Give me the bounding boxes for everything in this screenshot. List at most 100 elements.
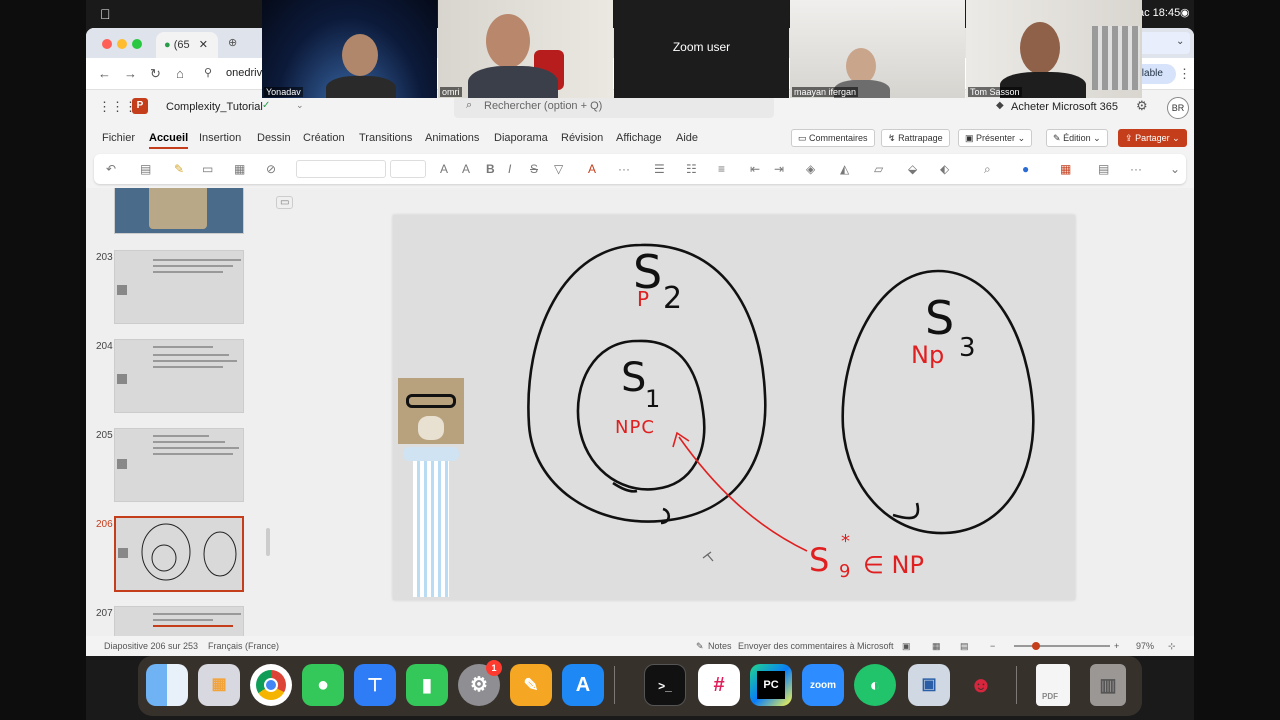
messages-icon[interactable]: ●: [302, 664, 344, 706]
slide-thumbnail[interactable]: [114, 606, 244, 636]
slide-thumbnail-selected[interactable]: [114, 516, 244, 592]
user-avatar[interactable]: BR: [1167, 97, 1189, 119]
indent-increase-icon[interactable]: ⇥: [774, 162, 784, 176]
more-options-icon[interactable]: ···: [1130, 162, 1142, 176]
wifi-icon[interactable]: ◉: [1180, 6, 1190, 19]
bullets-icon[interactable]: ☰: [654, 162, 665, 176]
arrange-icon[interactable]: ⬙: [908, 162, 917, 176]
slide-thumbnail[interactable]: [114, 339, 244, 413]
find-icon[interactable]: ⌕: [984, 162, 991, 177]
tab-animations[interactable]: Animations: [425, 132, 479, 144]
increase-font-icon[interactable]: A: [440, 162, 448, 176]
tab-revision[interactable]: Révision: [561, 132, 603, 144]
designer-icon[interactable]: ▦: [1060, 162, 1071, 176]
addins-icon[interactable]: ▤: [1098, 162, 1109, 176]
theatre-masks-icon[interactable]: ☻: [960, 664, 1002, 706]
zoom-icon[interactable]: zoom: [802, 664, 844, 706]
shape-outline-icon[interactable]: ▱: [874, 162, 883, 176]
pdf-document-icon[interactable]: PDF: [1036, 664, 1070, 706]
font-size-select[interactable]: [390, 160, 426, 178]
fit-to-window-icon[interactable]: ⊹: [1168, 641, 1176, 652]
feedback-link[interactable]: Envoyer des commentaires à Microsoft: [738, 641, 894, 651]
browser-menu-icon[interactable]: ⋮: [1178, 66, 1191, 82]
home-icon[interactable]: ⌂: [176, 66, 184, 81]
search-input[interactable]: ⌕ Rechercher (option + Q): [454, 96, 774, 118]
font-family-select[interactable]: [296, 160, 386, 178]
preview-icon[interactable]: ▣: [908, 664, 950, 706]
comments-button[interactable]: ▭ Commentaires: [791, 129, 875, 147]
apple-icon[interactable]: : [100, 6, 111, 22]
reading-view-icon[interactable]: ▤: [960, 641, 969, 652]
tab-affichage[interactable]: Affichage: [616, 132, 662, 144]
slide-thumbnail[interactable]: [114, 250, 244, 324]
numbers-icon[interactable]: ▮: [406, 664, 448, 706]
system-settings-icon[interactable]: ⚙ 1: [458, 660, 502, 706]
present-button[interactable]: ▣ Présenter ⌄: [958, 129, 1033, 147]
numbering-icon[interactable]: ☷: [686, 162, 697, 176]
strikethrough-icon[interactable]: S: [530, 162, 538, 176]
zoom-level[interactable]: 97%: [1136, 641, 1154, 651]
settings-gear-icon[interactable]: ⚙: [1136, 98, 1148, 114]
italic-icon[interactable]: I: [508, 162, 511, 176]
tab-aide[interactable]: Aide: [676, 132, 698, 144]
new-slide-icon[interactable]: ▭: [202, 162, 213, 176]
participant-video-tile[interactable]: Zoom user: [614, 0, 789, 98]
thumbnail-scrollbar[interactable]: [266, 188, 272, 636]
notes-button[interactable]: Notes: [708, 641, 732, 651]
zoom-slider-thumb[interactable]: [1032, 642, 1040, 650]
shape-fill-icon[interactable]: ◭: [840, 162, 849, 176]
dictate-icon[interactable]: ●: [1022, 162, 1029, 176]
hide-slide-icon[interactable]: ⊘: [266, 162, 276, 176]
chrome-icon[interactable]: [250, 664, 292, 706]
highlight-icon[interactable]: ▽: [554, 162, 563, 176]
zoom-in-icon[interactable]: +: [1114, 641, 1119, 651]
edit-mode-button[interactable]: ✎ Édition ⌄: [1046, 129, 1108, 147]
slide-thumbnail[interactable]: [114, 188, 244, 234]
styles-icon[interactable]: ⬖: [940, 162, 949, 176]
bold-icon[interactable]: B: [486, 162, 495, 176]
terminal-icon[interactable]: >_: [644, 664, 686, 706]
app-store-icon[interactable]: A: [562, 664, 604, 706]
more-font-icon[interactable]: ···: [618, 162, 630, 176]
tab-accueil[interactable]: Accueil: [149, 132, 189, 149]
participant-video-tile[interactable]: maayan ifergan: [790, 0, 965, 98]
shapes-icon[interactable]: ◈: [806, 162, 815, 176]
reload-icon[interactable]: ↻: [150, 66, 161, 82]
url-text[interactable]: onedriv: [226, 67, 262, 79]
participant-video-tile[interactable]: Tom Sasson: [966, 0, 1142, 98]
close-window-button[interactable]: [102, 39, 112, 49]
document-title[interactable]: Complexity_Tutorial: [166, 101, 263, 113]
language-indicator[interactable]: Français (France): [208, 641, 279, 651]
normal-view-icon[interactable]: ▣: [902, 641, 911, 652]
browser-tab[interactable]: ● (65 ✕: [156, 32, 218, 58]
catchup-button[interactable]: ↯ Rattrapage: [881, 129, 950, 147]
align-icon[interactable]: ≡: [718, 162, 725, 176]
format-painter-icon[interactable]: ✎: [174, 162, 184, 176]
decrease-font-icon[interactable]: A: [462, 162, 470, 176]
tab-dessin[interactable]: Dessin: [257, 132, 291, 144]
layout-icon[interactable]: ▦: [234, 162, 245, 176]
slack-icon[interactable]: #: [698, 664, 740, 706]
site-settings-icon[interactable]: ⚲: [204, 66, 212, 79]
pages-icon[interactable]: ✎: [510, 664, 552, 706]
tab-insertion[interactable]: Insertion: [199, 132, 241, 144]
minimize-window-button[interactable]: [117, 39, 127, 49]
paste-icon[interactable]: ▤: [140, 162, 151, 176]
tab-fichier[interactable]: Fichier: [102, 132, 135, 144]
tab-close-icon[interactable]: ✕: [199, 39, 208, 51]
tab-diaporama[interactable]: Diaporama: [494, 132, 548, 144]
slide-sorter-icon[interactable]: ▦: [932, 641, 941, 652]
profile-chip[interactable]: ⌄: [1136, 32, 1190, 54]
zoom-out-icon[interactable]: −: [990, 641, 995, 651]
finder-icon[interactable]: [146, 664, 188, 706]
slide-thumbnail[interactable]: [114, 428, 244, 502]
forward-icon[interactable]: →: [124, 66, 137, 81]
tab-transitions[interactable]: Transitions: [359, 132, 412, 144]
tab-creation[interactable]: Création: [303, 132, 345, 144]
maximize-window-button[interactable]: [132, 39, 142, 49]
pycharm-icon[interactable]: PC: [750, 664, 792, 706]
keynote-icon[interactable]: ⊤: [354, 664, 396, 706]
indent-decrease-icon[interactable]: ⇤: [750, 162, 760, 176]
title-chevron-icon[interactable]: ⌄: [296, 100, 304, 111]
participant-video-tile[interactable]: omri: [438, 0, 613, 98]
